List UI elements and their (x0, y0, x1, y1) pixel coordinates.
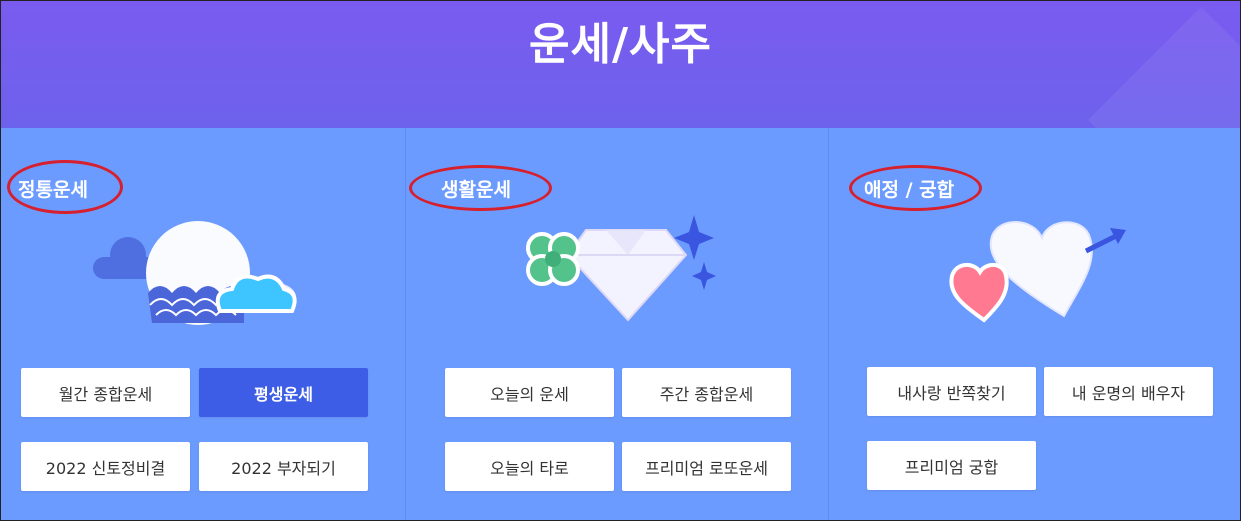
clover-diamond-icon (526, 215, 716, 322)
premium-lotto-button[interactable]: 프리미엄 로또운세 (622, 442, 791, 491)
destined-spouse-button[interactable]: 내 운명의 배우자 (1044, 367, 1213, 416)
today-fortune-button[interactable]: 오늘의 운세 (445, 368, 614, 417)
monthly-fortune-button[interactable]: 월간 종합운세 (21, 368, 190, 417)
fortune-sections: 정통운세 월간 종합운세 평생운세 2022 신토정비결 2022 부자되기 생… (0, 128, 1241, 521)
annotation-circle (409, 165, 552, 211)
annotation-circle (849, 165, 982, 211)
section-daily-fortune: 생활운세 오늘의 운세 주간 종합운세 오늘의 타로 프리미엄 로또운세 (406, 128, 829, 521)
tojeong-secret-button[interactable]: 2022 신토정비결 (21, 442, 190, 491)
hearts-arrow-icon (949, 221, 1126, 323)
annotation-circle (7, 160, 123, 214)
become-rich-button[interactable]: 2022 부자되기 (199, 442, 368, 491)
lifetime-fortune-button[interactable]: 평생운세 (199, 368, 368, 417)
premium-compatibility-button[interactable]: 프리미엄 궁합 (867, 441, 1036, 490)
today-tarot-button[interactable]: 오늘의 타로 (445, 442, 614, 491)
section-traditional-fortune: 정통운세 월간 종합운세 평생운세 2022 신토정비결 2022 부자되기 (0, 128, 406, 521)
page-title: 운세/사주 (529, 19, 712, 70)
find-soulmate-button[interactable]: 내사랑 반쪽찾기 (867, 367, 1036, 416)
section-love-compatibility: 애정 / 궁합 내사랑 반쪽찾기 내 운명의 배우자 프리미엄 궁합 (829, 128, 1241, 521)
weekly-fortune-button[interactable]: 주간 종합운세 (622, 368, 791, 417)
page-header: 운세/사주 (0, 0, 1241, 128)
moon-cloud-icon (93, 221, 297, 325)
